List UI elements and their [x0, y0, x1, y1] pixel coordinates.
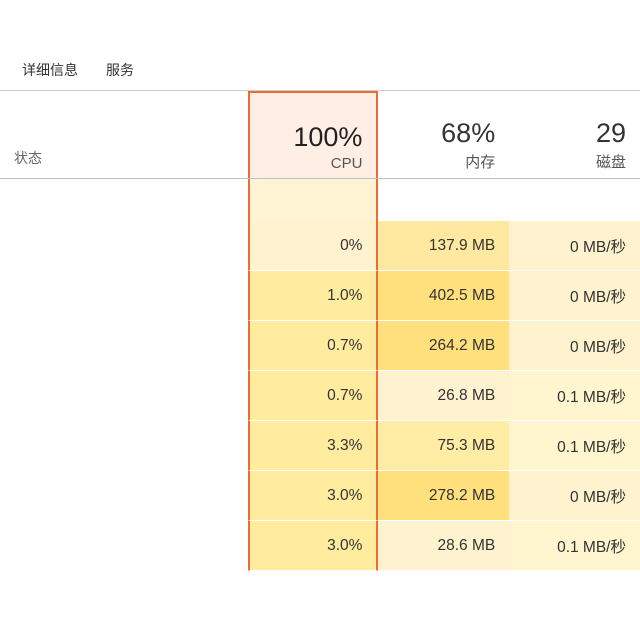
cell-status	[0, 371, 248, 421]
column-header-row: 状态 100% CPU 68% 内存 29 磁盘	[0, 91, 640, 179]
column-header-status[interactable]: 状态	[0, 91, 248, 178]
cell-disk: 0 MB/秒	[509, 221, 640, 271]
table-row[interactable]: 0% 137.9 MB 0 MB/秒	[0, 221, 640, 271]
cell-status	[0, 271, 248, 321]
cell-mem: 278.2 MB	[378, 471, 509, 521]
cell-status	[0, 471, 248, 521]
cell-cpu: 0.7%	[248, 321, 379, 371]
cell-disk: 0.1 MB/秒	[509, 371, 640, 421]
cell-mem: 75.3 MB	[378, 421, 509, 471]
column-header-disk[interactable]: 29 磁盘	[509, 91, 640, 178]
column-header-cpu[interactable]: 100% CPU	[248, 91, 379, 178]
cell-cpu: 3.3%	[248, 421, 379, 471]
tab-details[interactable]: 详细信息	[8, 52, 92, 90]
disk-label: 磁盘	[596, 151, 626, 172]
cell-mem	[378, 179, 509, 221]
memory-label: 内存	[465, 151, 495, 172]
memory-percent: 68%	[441, 119, 495, 149]
cell-cpu	[248, 179, 379, 221]
process-table: 0% 137.9 MB 0 MB/秒 1.0% 402.5 MB 0 MB/秒 …	[0, 179, 640, 571]
table-row[interactable]: 3.3% 75.3 MB 0.1 MB/秒	[0, 421, 640, 471]
cell-cpu: 3.0%	[248, 471, 379, 521]
cpu-percent: 100%	[293, 123, 362, 153]
table-row[interactable]: 0.7% 26.8 MB 0.1 MB/秒	[0, 371, 640, 421]
cell-status	[0, 321, 248, 371]
cell-cpu: 0%	[248, 221, 379, 271]
cell-disk: 0.1 MB/秒	[509, 521, 640, 571]
cell-cpu: 1.0%	[248, 271, 379, 321]
spacer-row	[0, 179, 640, 221]
cell-disk: 0 MB/秒	[509, 271, 640, 321]
cell-status	[0, 221, 248, 271]
cpu-label: CPU	[331, 155, 363, 172]
disk-percent: 29	[596, 119, 626, 149]
cell-mem: 137.9 MB	[378, 221, 509, 271]
table-row[interactable]: 0.7% 264.2 MB 0 MB/秒	[0, 321, 640, 371]
status-label: 状态	[14, 148, 42, 168]
table-row[interactable]: 3.0% 28.6 MB 0.1 MB/秒	[0, 521, 640, 571]
table-row[interactable]: 1.0% 402.5 MB 0 MB/秒	[0, 271, 640, 321]
table-row[interactable]: 3.0% 278.2 MB 0 MB/秒	[0, 471, 640, 521]
cell-disk	[509, 179, 640, 221]
cell-mem: 26.8 MB	[378, 371, 509, 421]
cell-disk: 0.1 MB/秒	[509, 421, 640, 471]
cell-mem: 28.6 MB	[378, 521, 509, 571]
cell-mem: 402.5 MB	[378, 271, 509, 321]
cell-status	[0, 421, 248, 471]
tab-services[interactable]: 服务	[92, 52, 148, 90]
tab-bar: 详细信息 服务	[0, 0, 640, 91]
cell-disk: 0 MB/秒	[509, 321, 640, 371]
cell-cpu: 3.0%	[248, 521, 379, 571]
cell-status	[0, 521, 248, 571]
cell-mem: 264.2 MB	[378, 321, 509, 371]
cell-cpu: 0.7%	[248, 371, 379, 421]
cell-disk: 0 MB/秒	[509, 471, 640, 521]
cell-status	[0, 179, 248, 221]
column-header-memory[interactable]: 68% 内存	[378, 91, 509, 178]
